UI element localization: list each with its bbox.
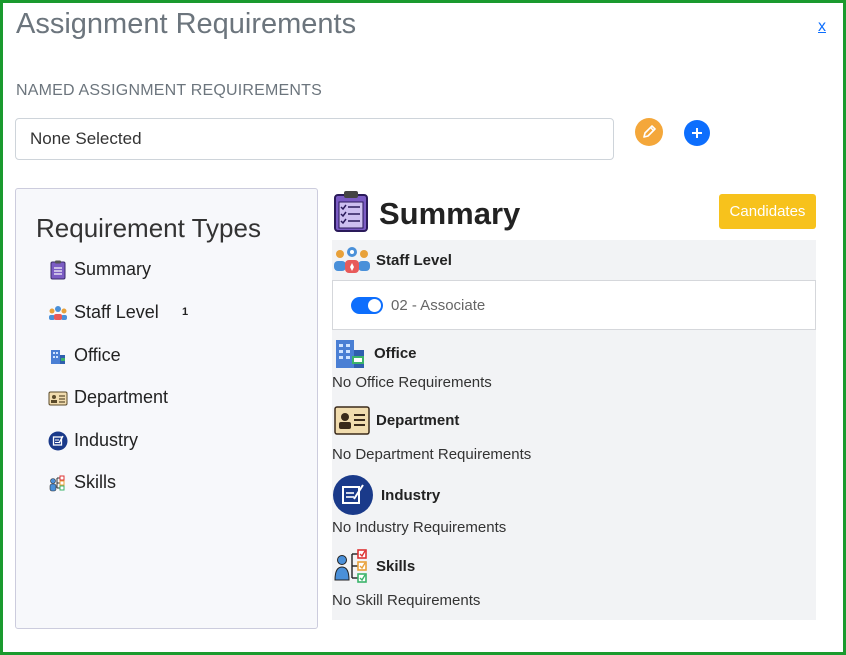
pencil-icon [643,125,656,138]
requirement-types-title: Requirement Types [36,213,261,243]
department-label: Department [376,411,460,429]
industry-label: Industry [381,486,441,504]
id-card-icon [332,404,372,436]
skills-heading: Skills [332,548,415,584]
plus-icon [692,128,702,138]
staff-level-toggle[interactable] [351,296,383,314]
sidebar-item-department[interactable]: Department [48,387,168,408]
skills-empty-text: No Skill Requirements [332,592,481,609]
named-requirements-label: NAMED ASSIGNMENT REQUIREMENTS [16,82,322,99]
staff-level-value: 02 - Associate [391,296,486,314]
sidebar-item-label: Staff Level [74,302,159,322]
page-title: Assignment Requirements [16,8,357,40]
industry-heading: Industry [332,474,440,516]
clipboard-icon [333,190,369,237]
named-requirements-select[interactable]: None Selected [15,118,614,160]
summary-header: Summary [333,190,520,237]
edit-button[interactable] [635,118,663,146]
requirement-types-panel: Requirement Types Summary Staff Level 1 … [15,188,318,629]
department-empty-text: No Department Requirements [332,446,532,463]
office-heading: Office [332,336,417,370]
sidebar-item-summary[interactable]: Summary [48,259,151,280]
skills-icon [332,548,372,584]
staff-level-heading: Staff Level [332,244,452,276]
office-building-icon [48,346,68,366]
department-heading: Department [332,404,459,436]
industry-icon [48,431,68,451]
sidebar-item-label: Industry [74,430,139,450]
id-card-icon [48,388,68,408]
sidebar-item-industry[interactable]: Industry [48,430,138,451]
office-empty-text: No Office Requirements [332,374,492,391]
skills-icon [48,473,68,493]
sidebar-item-label: Summary [74,259,152,279]
staff-level-count-badge: 1 [182,306,189,318]
office-label: Office [374,344,417,362]
summary-title: Summary [379,195,521,231]
industry-empty-text: No Industry Requirements [332,519,507,536]
sidebar-item-staff-level[interactable]: Staff Level [48,302,159,323]
add-button[interactable] [684,120,710,146]
staff-level-label: Staff Level [376,251,452,269]
clipboard-icon [48,260,68,280]
staff-level-icon [48,303,68,323]
staff-level-item: 02 - Associate [332,280,816,330]
staff-level-icon [332,244,372,276]
sidebar-item-office[interactable]: Office [48,345,121,366]
industry-icon [332,474,374,516]
skills-label: Skills [376,557,416,575]
close-link[interactable]: x [818,18,826,36]
summary-area: Staff Level 02 - Associate Office No Off… [332,240,816,620]
candidates-button[interactable]: Candidates [719,194,816,229]
office-building-icon [332,336,370,370]
sidebar-item-skills[interactable]: Skills [48,472,116,493]
sidebar-item-label: Department [74,387,169,407]
sidebar-item-label: Skills [74,472,117,492]
sidebar-item-label: Office [74,345,121,365]
